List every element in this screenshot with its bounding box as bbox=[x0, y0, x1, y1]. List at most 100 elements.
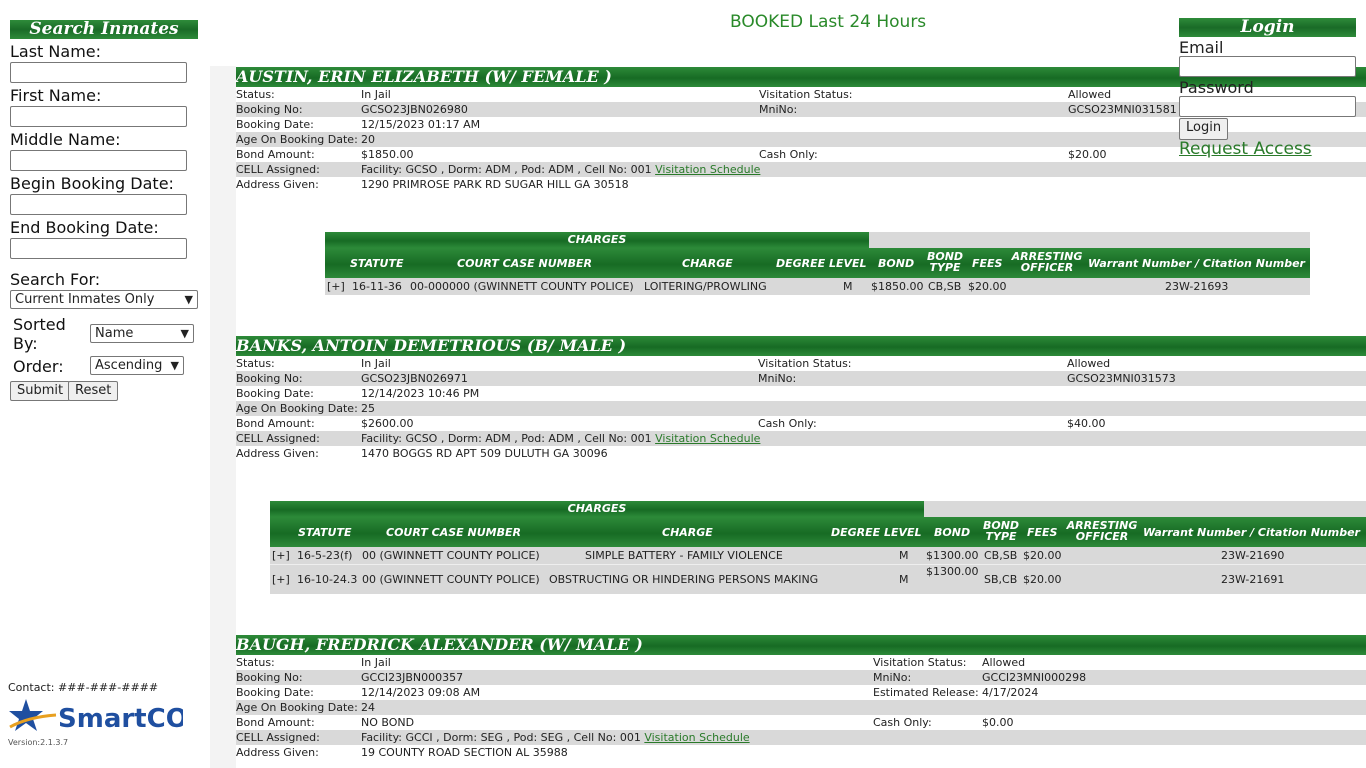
email-input[interactable] bbox=[1179, 56, 1356, 77]
inmate-record: BAUGH, FREDRICK ALEXANDER (W/ MALE ) Sta… bbox=[236, 635, 1366, 760]
age-label: Age On Booking Date: bbox=[236, 701, 358, 714]
address-value: 1470 BOGGS RD APT 509 DULUTH GA 30096 bbox=[361, 447, 608, 460]
version-text: Version:2.1.3.7 bbox=[8, 738, 69, 747]
cell-value-wrap: Facility: GCSO , Dorm: ADM , Pod: ADM , … bbox=[361, 431, 760, 446]
mnino-label: MniNo: bbox=[873, 671, 912, 684]
address-value: 1290 PRIMROSE PARK RD SUGAR HILL GA 3051… bbox=[361, 178, 629, 191]
cell-row: CELL Assigned: Facility: GCSO , Dorm: AD… bbox=[236, 431, 1366, 446]
bond-header: BOND bbox=[934, 526, 971, 539]
bond-type-cell: CB,SB bbox=[984, 549, 1018, 562]
expand-toggle[interactable]: [+] bbox=[272, 565, 290, 594]
login-panel: Login Email Password Login Request Acces… bbox=[1179, 18, 1356, 159]
booking-date-row: Booking Date: 12/14/2023 09:08 AM Estima… bbox=[236, 685, 1366, 700]
chevron-down-icon: ▼ bbox=[170, 359, 179, 372]
statute-header: STATUTE bbox=[298, 526, 352, 539]
officer-header: ARRESTING OFFICER bbox=[1011, 250, 1083, 274]
bond-cell: $1300.00 bbox=[926, 565, 979, 578]
visitation-schedule-link[interactable]: Visitation Schedule bbox=[655, 163, 760, 176]
bond-cell: $1850.00 bbox=[871, 280, 924, 293]
middle-name-input[interactable] bbox=[10, 150, 187, 171]
status-value: In Jail bbox=[361, 357, 391, 370]
login-title: Login bbox=[1179, 18, 1356, 37]
search-panel-title: Search Inmates bbox=[10, 20, 198, 39]
charge-header: CHARGE bbox=[662, 526, 713, 539]
smartcop-logo: SmartCOP bbox=[8, 697, 207, 737]
last-name-input[interactable] bbox=[10, 62, 187, 83]
password-label: Password bbox=[1179, 78, 1254, 97]
password-input[interactable] bbox=[1179, 96, 1356, 117]
sorted-by-label: Sorted By: bbox=[13, 315, 66, 353]
booking-date-label: Booking Date: bbox=[236, 118, 314, 131]
charge-row: [+] 16-5-23(f) 00 (GWINNETT COUNTY POLIC… bbox=[270, 547, 1366, 564]
page-title: BOOKED Last 24 Hours bbox=[730, 12, 927, 32]
age-row: Age On Booking Date: 24 bbox=[236, 700, 1366, 715]
request-access-link[interactable]: Request Access bbox=[1179, 139, 1312, 159]
estimated-release-value: 4/17/2024 bbox=[982, 686, 1039, 699]
bond-type-cell: CB,SB bbox=[928, 280, 962, 293]
address-row: Address Given: 19 COUNTY ROAD SECTION AL… bbox=[236, 745, 1366, 760]
cell-label: CELL Assigned: bbox=[236, 432, 320, 445]
cash-only-value: $40.00 bbox=[1067, 417, 1106, 430]
sorted-by-select[interactable]: Name ▼ bbox=[90, 324, 194, 343]
court-case-cell: 00 (GWINNETT COUNTY POLICE) bbox=[362, 573, 540, 586]
charge-cell: SIMPLE BATTERY - FAMILY VIOLENCE bbox=[585, 549, 783, 562]
first-name-label: First Name: bbox=[10, 86, 102, 105]
expand-toggle[interactable]: [+] bbox=[327, 278, 345, 295]
search-panel: Search Inmates Last Name: First Name: Mi… bbox=[0, 0, 210, 768]
reset-button[interactable]: Reset bbox=[68, 381, 119, 401]
estimated-release-label: Estimated Release: bbox=[873, 686, 979, 699]
bond-row: Bond Amount: NO BOND Cash Only: $0.00 bbox=[236, 715, 1366, 730]
cell-row: CELL Assigned: Facility: GCSO , Dorm: AD… bbox=[236, 162, 1366, 177]
search-for-label: Search For: bbox=[10, 270, 101, 289]
address-value: 19 COUNTY ROAD SECTION AL 35988 bbox=[361, 746, 568, 759]
age-value: 24 bbox=[361, 701, 375, 714]
mnino-label: MniNo: bbox=[759, 103, 798, 116]
visitation-status-label: Visitation Status: bbox=[759, 88, 853, 101]
search-for-select[interactable]: Current Inmates Only ▼ bbox=[10, 290, 198, 309]
expand-toggle[interactable]: [+] bbox=[272, 547, 290, 564]
status-value: In Jail bbox=[361, 88, 391, 101]
statute-cell: 16-5-23(f) bbox=[297, 549, 353, 562]
submit-button[interactable]: Submit bbox=[10, 381, 71, 401]
sorted-by-value: Name bbox=[95, 326, 134, 341]
end-date-input[interactable] bbox=[10, 238, 187, 259]
order-select[interactable]: Ascending ▼ bbox=[90, 356, 184, 375]
bond-amount-label: Bond Amount: bbox=[236, 716, 315, 729]
status-label: Status: bbox=[236, 357, 275, 370]
warrant-cell: 23W-21693 bbox=[1165, 280, 1229, 293]
visitation-status-value: Allowed bbox=[982, 656, 1026, 669]
visitation-schedule-link[interactable]: Visitation Schedule bbox=[655, 432, 760, 445]
begin-date-input[interactable] bbox=[10, 194, 187, 215]
booking-date-label: Booking Date: bbox=[236, 387, 314, 400]
charges-title-fill bbox=[924, 501, 1366, 517]
court-case-header: COURT CASE NUMBER bbox=[386, 526, 521, 539]
booking-no-value: GCCI23JBN000357 bbox=[361, 671, 464, 684]
login-button[interactable]: Login bbox=[1179, 118, 1229, 140]
charges-table: CHARGES STATUTE COURT CASE NUMBER CHARGE… bbox=[325, 232, 1310, 295]
visitation-status-value: Allowed bbox=[1067, 357, 1111, 370]
begin-date-label: Begin Booking Date: bbox=[10, 174, 174, 193]
fees-cell: $20.00 bbox=[968, 280, 1007, 293]
degree-cell: M bbox=[843, 280, 853, 293]
booking-no-label: Booking No: bbox=[236, 671, 303, 684]
contact-text: Contact: ###-###-#### bbox=[8, 681, 159, 694]
booking-no-row: Booking No: GCSO23JBN026971 MniNo: GCSO2… bbox=[236, 371, 1366, 386]
chevron-down-icon: ▼ bbox=[184, 293, 193, 306]
booking-no-value: GCSO23JBN026980 bbox=[361, 103, 468, 116]
order-label: Order: bbox=[13, 357, 64, 376]
left-gutter bbox=[210, 66, 236, 768]
fees-cell: $20.00 bbox=[1023, 573, 1062, 586]
cell-label: CELL Assigned: bbox=[236, 163, 320, 176]
bond-amount-label: Bond Amount: bbox=[236, 148, 315, 161]
degree-cell: M bbox=[899, 573, 909, 586]
charge-cell: OBSTRUCTING OR HINDERING PERSONS MAKING bbox=[549, 573, 819, 586]
charges-title: CHARGES bbox=[325, 232, 869, 248]
visitation-schedule-link[interactable]: Visitation Schedule bbox=[644, 731, 749, 744]
first-name-input[interactable] bbox=[10, 106, 187, 127]
booking-no-label: Booking No: bbox=[236, 103, 303, 116]
cell-row: CELL Assigned: Facility: GCCI , Dorm: SE… bbox=[236, 730, 1366, 745]
visitation-status-label: Visitation Status: bbox=[873, 656, 967, 669]
booking-no-label: Booking No: bbox=[236, 372, 303, 385]
booking-no-row: Booking No: GCCI23JBN000357 MniNo: GCCI2… bbox=[236, 670, 1366, 685]
booking-date-value: 12/15/2023 01:17 AM bbox=[361, 118, 481, 131]
